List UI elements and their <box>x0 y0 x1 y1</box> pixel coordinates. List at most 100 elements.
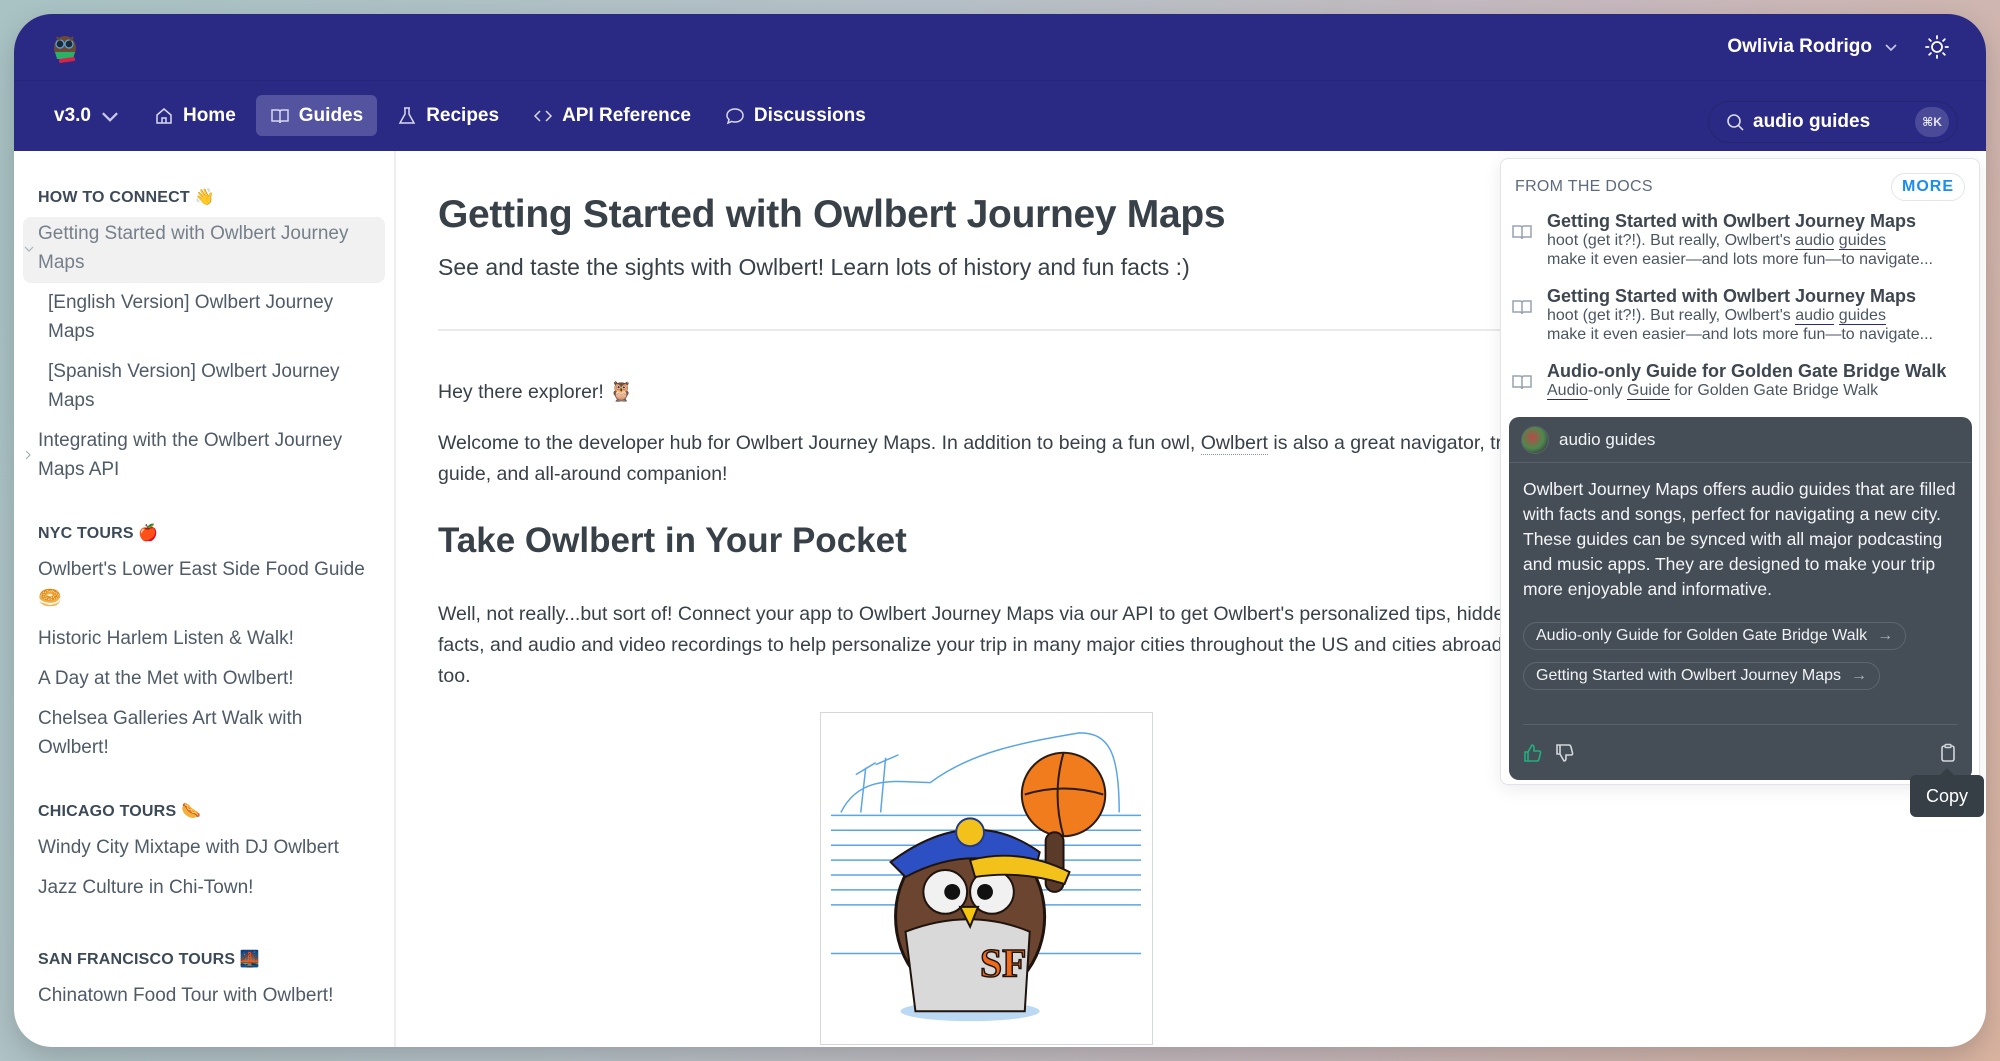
snippet-text: for Golden Gate Bridge Walk <box>1669 382 1879 399</box>
search-result[interactable]: Audio-only Guide for Golden Gate Bridge … <box>1511 361 1969 400</box>
book-icon <box>1512 225 1532 240</box>
page-title: Getting Started with Owlbert Journey Map… <box>438 193 1226 236</box>
sidebar-item-met[interactable]: A Day at the Met with Owlbert! <box>23 662 385 699</box>
source-label: Audio-only Guide for Golden Gate Bridge … <box>1536 627 1868 644</box>
sidebar-item-label: [Spanish Version] Owlbert Journey Maps <box>48 361 340 411</box>
book-icon <box>1512 375 1532 390</box>
chevron-right-icon <box>24 442 34 460</box>
section-heading: Take Owlbert in Your Pocket <box>438 521 907 560</box>
sidebar-section-title: CHICAGO TOURS 🌭 <box>38 803 202 820</box>
ai-source-link[interactable]: Audio-only Guide for Golden Gate Bridge … <box>1523 622 1907 650</box>
more-results-button[interactable]: MORE <box>1891 173 1965 201</box>
intro-paragraph: Welcome to the developer hub for Owlbert… <box>438 428 1538 490</box>
arrow-right-icon: → <box>1877 627 1894 644</box>
copy-tooltip: Copy <box>1910 768 1984 817</box>
sidebar-section-title: SAN FRANCISCO TOURS 🌉 <box>38 951 261 968</box>
result-snippet: Audio-only Guide for Golden Gate Bridge … <box>1547 381 1946 400</box>
svg-text:SF: SF <box>980 941 1026 985</box>
search-result[interactable]: Getting Started with Owlbert Journey Map… <box>1511 286 1969 344</box>
sidebar-item-jazz-culture[interactable]: Jazz Culture in Chi-Town! <box>23 871 385 908</box>
highlight: audio <box>1795 232 1835 250</box>
highlight: guides <box>1838 307 1886 325</box>
keyboard-shortcut-badge: ⌘K <box>1915 107 1949 137</box>
page-subtitle: See and taste the sights with Owlbert! L… <box>438 254 1190 280</box>
book-icon <box>1512 300 1532 315</box>
nav-recipes-label: Recipes <box>426 104 500 126</box>
user-name: Owlivia Rodrigo <box>1727 36 1872 57</box>
sidebar-item-chinatown[interactable]: Chinatown Food Tour with Owlbert! <box>23 979 385 1016</box>
highlight: Audio <box>1547 382 1588 400</box>
owlbert-logo[interactable] <box>47 32 85 66</box>
home-icon <box>156 107 172 124</box>
nav-recipes[interactable]: Recipes <box>383 95 513 136</box>
snippet-text: -only <box>1587 382 1628 399</box>
sidebar-item-chelsea[interactable]: Chelsea Galleries Art Walk with Owlbert! <box>23 702 385 768</box>
result-title: Getting Started with Owlbert Journey Map… <box>1547 286 1917 306</box>
ai-answer-text: Owlbert Journey Maps offers audio guides… <box>1523 479 1956 599</box>
sidebar-item-integrating-api[interactable]: Integrating with the Owlbert Journey Map… <box>23 424 385 490</box>
search-result[interactable]: Getting Started with Owlbert Journey Map… <box>1511 211 1969 269</box>
highlight: guides <box>1838 232 1886 250</box>
nav-guides-label: Guides <box>298 104 364 126</box>
sidebar-item-label: Windy City Mixtape with DJ Owlbert <box>38 837 339 858</box>
sidebar-item-lower-east-side[interactable]: Owlbert's Lower East Side Food Guide 🥯 <box>23 553 385 619</box>
ai-query: audio guides <box>1559 429 1656 449</box>
chat-bubble-icon <box>726 107 744 124</box>
sidebar-item-label: [English Version] Owlbert Journey Maps <box>48 292 334 342</box>
sidebar-item-label: A Day at the Met with Owlbert! <box>38 668 294 689</box>
version-label: v3.0 <box>54 104 91 126</box>
sidebar-item-label: Jazz Culture in Chi-Town! <box>38 877 254 898</box>
nav-home-label: Home <box>182 104 236 126</box>
ai-source-link[interactable]: Getting Started with Owlbert Journey Map… <box>1523 662 1881 690</box>
highlight: Guide <box>1627 382 1670 400</box>
sidebar-item-label: Chinatown Food Tour with Owlbert! <box>38 985 334 1006</box>
arrow-right-icon: → <box>1851 667 1868 684</box>
section-paragraph: Well, not really...but sort of! Connect … <box>438 603 1516 687</box>
theme-toggle-button[interactable] <box>1924 34 1950 60</box>
app-window: Owlivia Rodrigo v3.0 Home Guides Recipes… <box>14 14 1986 1047</box>
sidebar: HOW TO CONNECT 👋 Getting Started with Ow… <box>14 151 396 1047</box>
chevron-down-icon <box>1885 44 1897 52</box>
sidebar-item-harlem[interactable]: Historic Harlem Listen & Walk! <box>23 622 385 659</box>
divider <box>438 329 1538 331</box>
sidebar-item-label: Owlbert's Lower East Side Food Guide 🥯 <box>38 559 365 609</box>
nav-discussions-label: Discussions <box>753 104 866 126</box>
owlbert-illustration: SF <box>820 712 1153 1045</box>
chevron-down-icon <box>102 111 118 122</box>
sidebar-item-windy-city[interactable]: Windy City Mixtape with DJ Owlbert <box>23 831 385 868</box>
sidebar-item-label: Historic Harlem Listen & Walk! <box>38 628 294 649</box>
sidebar-item-label: Chelsea Galleries Art Walk with Owlbert! <box>38 708 303 758</box>
ai-answer-panel: audio guides Owlbert Journey Maps offers… <box>1509 417 1972 780</box>
owlbert-glossary-link[interactable]: Owlbert <box>1200 432 1268 455</box>
book-icon <box>271 108 289 123</box>
code-icon <box>534 109 553 122</box>
snippet-text: hoot (get it?!). But really, Owlbert's <box>1547 232 1796 249</box>
top-header: Owlivia Rodrigo <box>14 14 1986 81</box>
nav-api-reference[interactable]: API Reference <box>519 95 705 136</box>
search-icon <box>1727 114 1744 131</box>
sidebar-item-spanish-version[interactable]: [Spanish Version] Owlbert Journey Maps <box>23 355 385 421</box>
search-box[interactable]: ⌘K <box>1708 101 1958 143</box>
sidebar-item-label: Getting Started with Owlbert Journey Map… <box>38 223 349 273</box>
nav-guides[interactable]: Guides <box>255 95 378 136</box>
highlight: audio <box>1795 307 1835 325</box>
result-snippet: hoot (get it?!). But really, Owlbert's a… <box>1547 306 1933 344</box>
intro-text: Welcome to the developer hub for Owlbert… <box>438 432 1201 454</box>
clipboard-copy-icon[interactable] <box>1938 743 1958 763</box>
snippet-text: make it even easier—and lots more fun—to… <box>1547 326 1933 343</box>
snippet-text: make it even easier—and lots more fun—to… <box>1547 251 1933 268</box>
result-snippet: hoot (get it?!). But really, Owlbert's a… <box>1547 231 1933 269</box>
sidebar-item-getting-started[interactable]: Getting Started with Owlbert Journey Map… <box>23 217 385 283</box>
user-menu[interactable]: Owlivia Rodrigo <box>1727 36 1898 58</box>
sidebar-section-title: NYC TOURS 🍎 <box>38 525 159 542</box>
greeting-text: Hey there explorer! 🦉 <box>438 381 634 403</box>
nav-discussions[interactable]: Discussions <box>711 95 880 136</box>
version-selector[interactable]: v3.0 <box>40 95 134 136</box>
search-input[interactable] <box>1753 111 1907 133</box>
nav-bar: v3.0 Home Guides Recipes API Reference D… <box>14 81 1986 151</box>
sidebar-item-english-version[interactable]: [English Version] Owlbert Journey Maps <box>23 286 385 352</box>
nav-home[interactable]: Home <box>140 95 250 136</box>
sidebar-section-title: HOW TO CONNECT 👋 <box>38 189 215 206</box>
thumbs-down-icon[interactable] <box>1555 743 1575 763</box>
thumbs-up-icon[interactable] <box>1523 743 1543 763</box>
